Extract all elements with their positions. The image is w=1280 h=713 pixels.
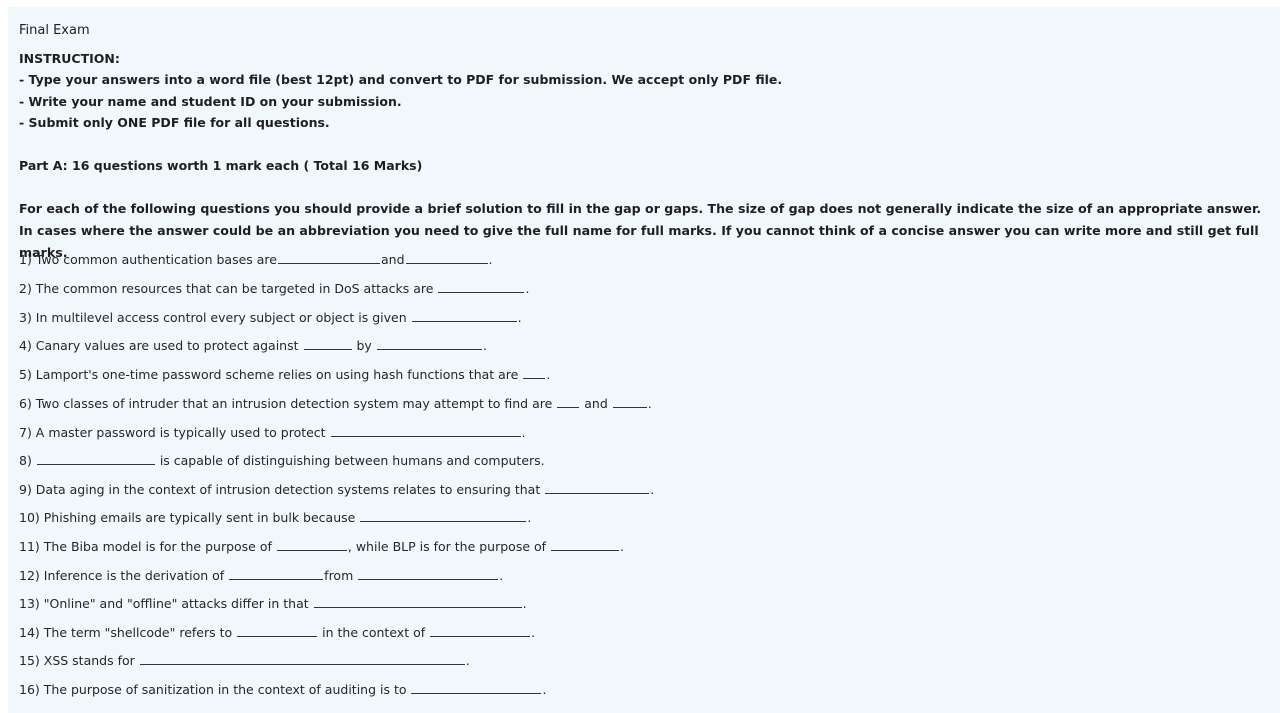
question-text: 15) XSS stands for	[19, 653, 135, 668]
question-text: .	[465, 653, 470, 668]
question-text: .	[522, 596, 527, 611]
answer-gap	[411, 320, 517, 322]
question-6: 6) Two classes of intruder that an intru…	[19, 396, 652, 412]
question-text: .	[546, 367, 551, 382]
question-text: 2) The common resources that can be targ…	[19, 281, 434, 296]
question-text: in the context of	[322, 625, 426, 640]
instruction-item: - Write your name and student ID on your…	[19, 94, 402, 109]
question-text: .	[620, 539, 625, 554]
question-text: 8)	[19, 453, 32, 468]
question-text: 10) Phishing emails are typically sent i…	[19, 510, 356, 525]
question-text: 14) The term "shellcode" refers to	[19, 625, 233, 640]
question-5: 5) Lamport's one-time password scheme re…	[19, 367, 550, 383]
question-3: 3) In multilevel access control every su…	[19, 310, 522, 326]
answer-gap	[330, 435, 521, 437]
answer-gap	[36, 463, 155, 465]
question-text: .	[525, 281, 530, 296]
question-text: by	[356, 338, 372, 353]
answer-gap	[612, 406, 647, 408]
question-text: 6) Two classes of intruder that an intru…	[19, 396, 553, 411]
question-text: 9) Data aging in the context of intrusio…	[19, 482, 541, 497]
instruction-item: - Submit only ONE PDF file for all quest…	[19, 115, 330, 130]
question-12: 12) Inference is the derivation of from …	[19, 568, 503, 584]
instruction-heading: INSTRUCTION:	[19, 51, 120, 66]
question-text: and	[380, 252, 405, 267]
answer-gap	[229, 578, 324, 580]
answer-gap	[276, 549, 347, 551]
answer-gap	[523, 377, 546, 379]
answer-gap	[360, 520, 527, 522]
answer-gap	[277, 262, 380, 264]
question-4: 4) Canary values are used to protect aga…	[19, 338, 487, 354]
question-text: 13) "Online" and "offline" attacks diffe…	[19, 596, 309, 611]
question-8: 8) is capable of distinguishing between …	[19, 453, 545, 469]
question-text: from	[324, 568, 354, 583]
answer-gap	[551, 549, 620, 551]
question-16: 16) The purpose of sanitization in the c…	[19, 682, 546, 698]
question-9: 9) Data aging in the context of intrusio…	[19, 482, 654, 498]
question-text: 12) Inference is the derivation of	[19, 568, 225, 583]
question-text: .	[521, 425, 526, 440]
question-text: .	[488, 252, 493, 267]
question-13: 13) "Online" and "offline" attacks diffe…	[19, 596, 527, 612]
question-text: 11) The Biba model is for the purpose of	[19, 539, 272, 554]
question-11: 11) The Biba model is for the purpose of…	[19, 539, 624, 555]
answer-gap	[438, 291, 525, 293]
answer-gap	[237, 635, 318, 637]
question-text: and	[584, 396, 608, 411]
answer-gap	[313, 606, 522, 608]
page-title: Final Exam	[19, 23, 90, 38]
question-text: 16) The purpose of sanitization in the c…	[19, 682, 407, 697]
instruction-item: - Type your answers into a word file (be…	[19, 72, 783, 87]
answer-gap	[376, 348, 482, 350]
question-2: 2) The common resources that can be targ…	[19, 281, 529, 297]
question-text: .	[527, 510, 532, 525]
answer-gap	[405, 262, 488, 264]
question-text: 5) Lamport's one-time password scheme re…	[19, 367, 519, 382]
question-text: , while BLP is for the purpose of	[347, 539, 547, 554]
answer-gap	[303, 348, 352, 350]
question-14: 14) The term "shellcode" refers to in th…	[19, 625, 535, 641]
question-7: 7) A master password is typically used t…	[19, 425, 526, 441]
answer-gap	[430, 635, 531, 637]
question-1: 1) Two common authentication bases are an…	[19, 252, 493, 268]
exam-panel: Final Exam INSTRUCTION: - Type your answ…	[8, 7, 1280, 713]
question-text: .	[531, 625, 536, 640]
part-a-heading: Part A: 16 questions worth 1 mark each (…	[19, 158, 423, 173]
answer-gap	[545, 492, 650, 494]
answer-gap	[557, 406, 580, 408]
question-text: .	[650, 482, 655, 497]
answer-gap	[358, 578, 499, 580]
question-text: .	[482, 338, 487, 353]
answer-gap	[411, 692, 542, 694]
question-text: .	[517, 310, 522, 325]
question-text: 4) Canary values are used to protect aga…	[19, 338, 299, 353]
question-text: .	[542, 682, 547, 697]
question-text: 1) Two common authentication bases are	[19, 252, 277, 267]
question-text: .	[647, 396, 652, 411]
answer-gap	[139, 663, 465, 665]
question-text: 3) In multilevel access control every su…	[19, 310, 407, 325]
question-text: .	[499, 568, 504, 583]
question-text: is capable of distinguishing between hum…	[159, 453, 545, 468]
question-10: 10) Phishing emails are typically sent i…	[19, 510, 531, 526]
question-text: 7) A master password is typically used t…	[19, 425, 326, 440]
question-15: 15) XSS stands for .	[19, 653, 470, 669]
